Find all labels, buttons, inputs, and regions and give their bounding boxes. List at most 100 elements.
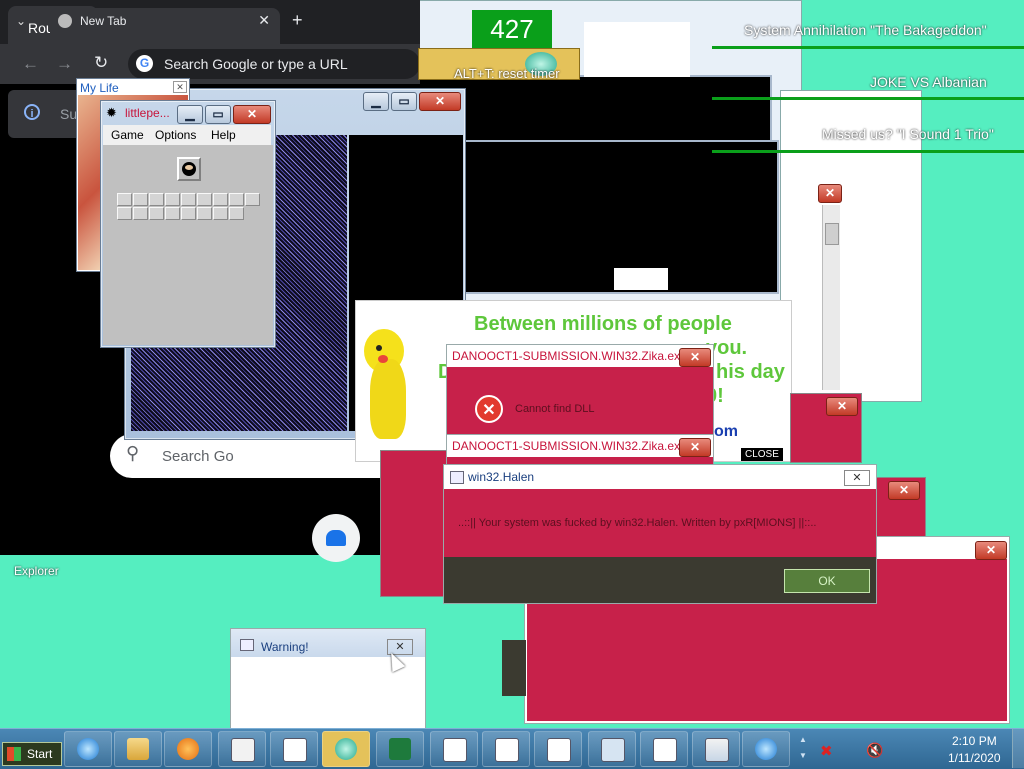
back-arrow-icon[interactable]: ← bbox=[22, 54, 39, 74]
overlay-line-3 bbox=[712, 150, 1024, 153]
taskbar-app-9[interactable] bbox=[640, 731, 688, 767]
taskbar-app-10[interactable] bbox=[692, 731, 740, 767]
control-panel-icon bbox=[705, 738, 729, 762]
close-button[interactable]: ✕ bbox=[233, 105, 271, 124]
close-button[interactable]: ✕ bbox=[888, 481, 920, 500]
globe-icon bbox=[335, 738, 357, 760]
halen-title: win32.Halen bbox=[468, 470, 535, 484]
close-button[interactable]: ✕ bbox=[679, 438, 711, 457]
overlay-title-3: Missed us? "I Sound 1 Trio" bbox=[822, 126, 994, 142]
maximize-button[interactable]: ▭ bbox=[205, 105, 231, 124]
menu-options[interactable]: Options bbox=[155, 128, 196, 142]
app-window-black-2 bbox=[415, 140, 779, 294]
close-button[interactable]: ✕ bbox=[818, 184, 842, 203]
search-icon: ⚲ bbox=[126, 443, 140, 463]
menu-game[interactable]: Game bbox=[111, 128, 144, 142]
taskbar-app-5[interactable] bbox=[430, 731, 478, 767]
error-icon: ✕ bbox=[475, 395, 503, 423]
desktop-explorer-label[interactable]: Explorer bbox=[14, 564, 59, 578]
zika-dialog-1-title: DANOOCT1-SUBMISSION.WIN32.Zika.exe bbox=[452, 349, 687, 363]
ad-headline-1: Between millions of people bbox=[474, 313, 732, 335]
network-error-icon[interactable]: ✖ bbox=[820, 742, 833, 760]
folder-window-icon bbox=[283, 738, 307, 762]
close-button[interactable]: ✕ bbox=[679, 348, 711, 367]
maximize-button[interactable]: ▭ bbox=[391, 92, 417, 111]
scrollbar-right[interactable] bbox=[822, 205, 840, 390]
ad-close-button[interactable]: CLOSE bbox=[741, 448, 783, 461]
address-placeholder: Search Google or type a URL bbox=[164, 56, 348, 72]
new-tab-button[interactable]: + bbox=[292, 10, 303, 31]
reload-icon[interactable]: ↻ bbox=[94, 53, 108, 73]
info-text: Su bbox=[60, 106, 78, 122]
halen-dialog: win32.Halen ✕ ..::|| Your system was fuc… bbox=[443, 464, 877, 604]
forward-arrow-icon[interactable]: → bbox=[56, 54, 73, 74]
reset-timer-label: ALT+T: reset timer bbox=[454, 66, 560, 81]
tab-favicon-icon bbox=[58, 14, 72, 28]
taskbar-app-3[interactable] bbox=[322, 731, 370, 767]
taskbar-app-2[interactable] bbox=[270, 731, 318, 767]
minesweeper-menubar: Game Options Help bbox=[103, 125, 271, 145]
clock-time[interactable]: 2:10 PM bbox=[952, 734, 997, 748]
mylife-close[interactable]: ✕ bbox=[173, 81, 187, 93]
tab-new[interactable]: New Tab ✕ bbox=[50, 8, 280, 44]
pikachu-image bbox=[356, 319, 414, 447]
start-label: Start bbox=[27, 747, 53, 761]
taskbar-app-11[interactable] bbox=[742, 731, 790, 767]
document-icon bbox=[653, 738, 677, 762]
show-desktop-button[interactable] bbox=[1012, 729, 1024, 768]
ok-button[interactable]: OK bbox=[784, 569, 870, 593]
warning-window: Warning! ✕ bbox=[230, 628, 426, 730]
window-icon bbox=[231, 738, 255, 762]
start-icon bbox=[7, 747, 21, 761]
volume-muted-icon[interactable]: 🔇 bbox=[866, 742, 883, 759]
menu-help[interactable]: Help bbox=[211, 128, 236, 142]
document-icon bbox=[547, 738, 571, 762]
close-icon[interactable]: ✕ bbox=[258, 12, 270, 29]
taskbar-app-7[interactable] bbox=[534, 731, 582, 767]
google-g-icon: G bbox=[136, 55, 153, 72]
ie-icon bbox=[755, 738, 777, 760]
minesweeper-body bbox=[103, 145, 273, 345]
close-button[interactable]: ✕ bbox=[419, 92, 461, 111]
chevron-down-icon[interactable]: ⌄ bbox=[16, 14, 26, 28]
taskbar-app-8[interactable] bbox=[588, 731, 636, 767]
taskbar-app-1[interactable] bbox=[218, 731, 266, 767]
shortcut-icon bbox=[326, 530, 346, 546]
media-player-icon bbox=[177, 738, 199, 760]
overlay-title-1: System Annihilation "The Bakageddon" bbox=[744, 22, 987, 38]
address-bar[interactable]: G Search Google or type a URL bbox=[128, 49, 420, 79]
start-button[interactable]: Start bbox=[2, 742, 62, 766]
white-block-2 bbox=[614, 268, 668, 290]
overlay-line-1 bbox=[712, 46, 1024, 49]
warning-title: Warning! bbox=[261, 640, 309, 654]
close-button[interactable]: ✕ bbox=[826, 397, 858, 416]
taskbar-app-4[interactable] bbox=[376, 731, 424, 767]
computer-icon bbox=[601, 738, 625, 762]
taskbar-scroll[interactable]: ▲ ▼ bbox=[796, 732, 810, 764]
ad-link[interactable]: om bbox=[714, 423, 738, 441]
halen-message: ..::|| Your system was fucked by win32.H… bbox=[458, 517, 817, 529]
document-icon bbox=[443, 738, 467, 762]
shortcut-tile[interactable] bbox=[312, 514, 360, 562]
minimize-button[interactable]: ▁ bbox=[363, 92, 389, 111]
smiley-face-button[interactable] bbox=[177, 157, 201, 181]
zika-dialog-1-message: Cannot find DLL bbox=[515, 403, 595, 415]
mine-grid[interactable] bbox=[117, 193, 262, 223]
close-button[interactable]: ✕ bbox=[975, 541, 1007, 560]
close-button[interactable]: ✕ bbox=[844, 470, 870, 486]
taskbar-ie[interactable] bbox=[64, 731, 112, 767]
minimize-button[interactable]: ▁ bbox=[177, 105, 203, 124]
minesweeper-window: ✹ littlepe... ▁ ▭ ✕ Game Options Help bbox=[100, 100, 276, 348]
ie-icon bbox=[77, 738, 99, 760]
taskbar-media-player[interactable] bbox=[164, 731, 212, 767]
tab-new-label: New Tab bbox=[80, 14, 127, 28]
overlay-title-2: JOKE VS Albanian bbox=[870, 74, 987, 90]
excel-icon bbox=[389, 738, 411, 760]
minesweeper-app-icon: ✹ bbox=[106, 105, 117, 120]
clock-date[interactable]: 1/11/2020 bbox=[948, 751, 1001, 765]
search-box-text: Search Go bbox=[162, 448, 234, 465]
ad-headline-3-suffix: his day bbox=[716, 361, 785, 383]
folder-icon bbox=[127, 738, 149, 760]
taskbar-app-6[interactable] bbox=[482, 731, 530, 767]
taskbar-explorer[interactable] bbox=[114, 731, 162, 767]
